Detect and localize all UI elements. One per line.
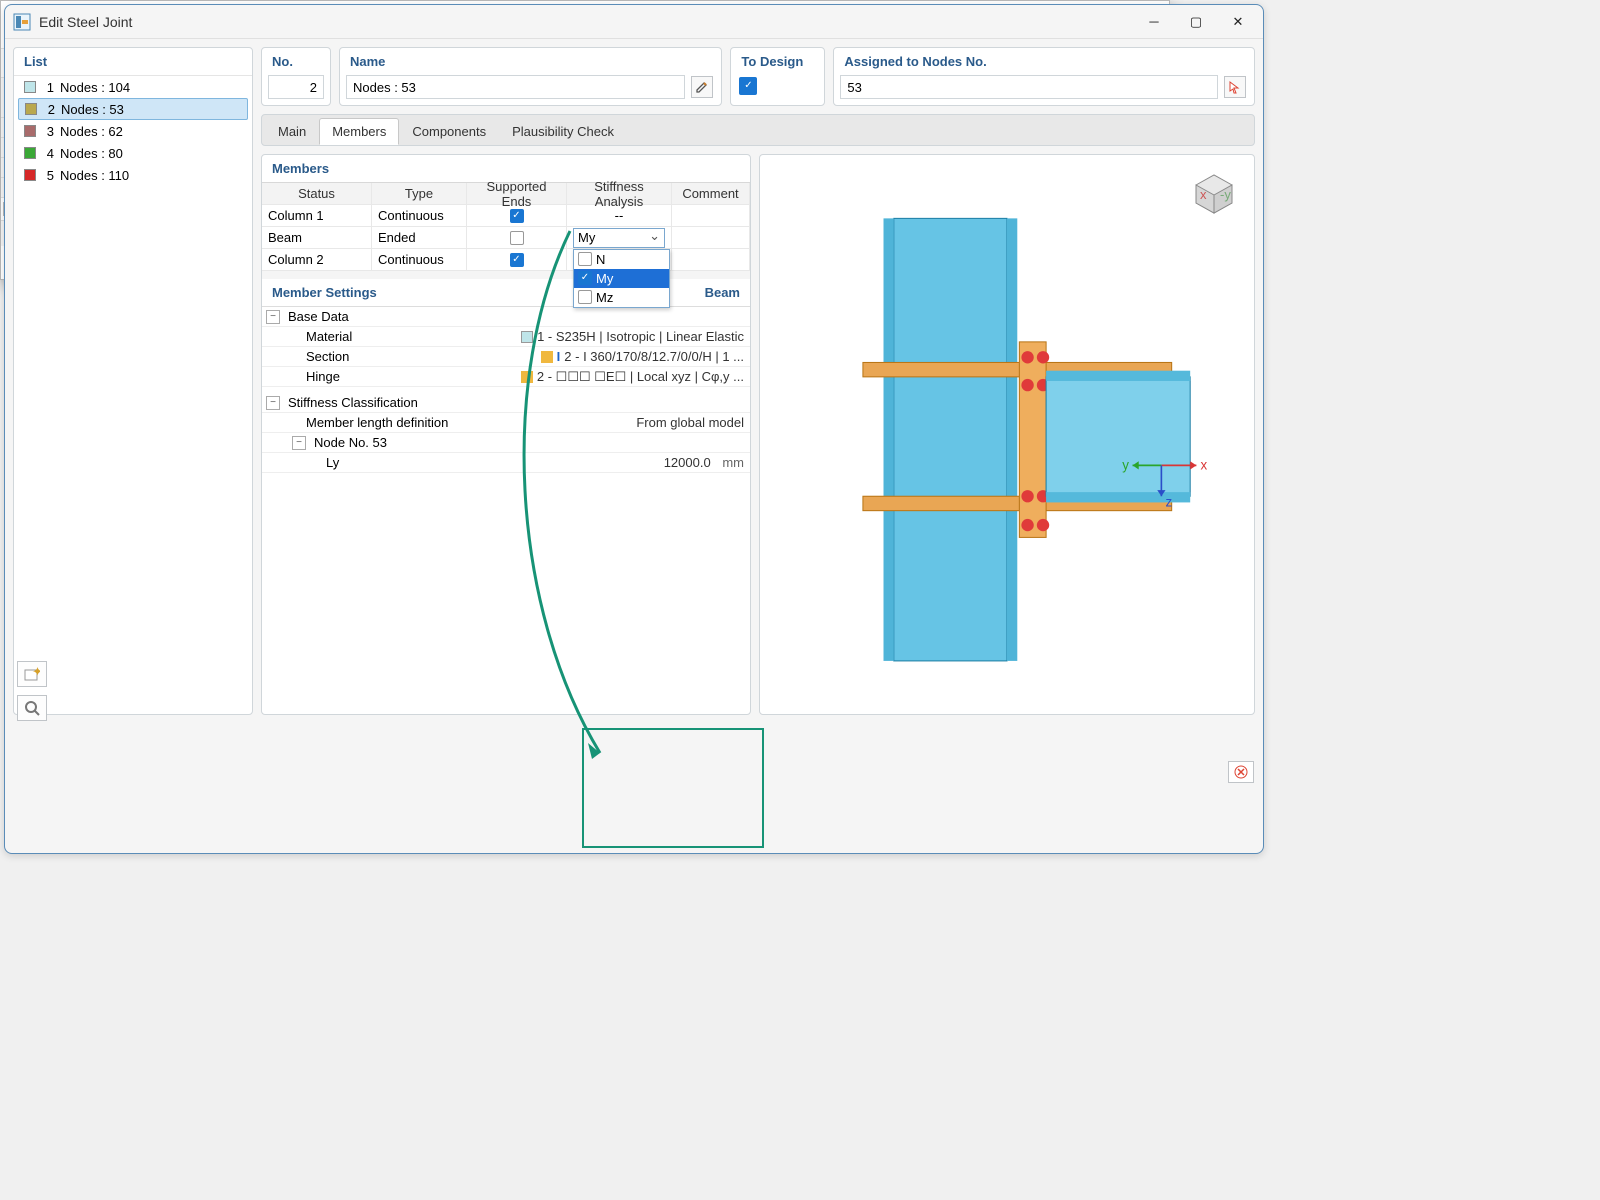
color-swatch <box>24 169 36 181</box>
col-comment: Comment <box>672 183 750 204</box>
list-item[interactable]: 5Nodes : 110 <box>18 164 248 186</box>
nav-cube[interactable]: -y x <box>1186 163 1242 222</box>
color-swatch <box>24 81 36 93</box>
list-header: List <box>14 48 252 76</box>
member-row[interactable]: Column 2 Continuous <box>262 249 750 271</box>
list-item[interactable]: 1Nodes : 104 <box>18 76 248 98</box>
supported-checkbox[interactable] <box>510 209 524 223</box>
stiffness-dropdown-popup: NMyMz <box>573 249 670 308</box>
list-item[interactable]: 4Nodes : 80 <box>18 142 248 164</box>
tab-members[interactable]: Members <box>319 118 399 145</box>
name-label: Name <box>340 48 721 75</box>
no-panel: No. 2 <box>261 47 331 106</box>
svg-text:x: x <box>1200 187 1207 202</box>
expand-node53[interactable]: − <box>292 436 306 450</box>
svg-text:-y: -y <box>1220 187 1231 202</box>
titlebar: Edit Steel Joint ─ ▢ ✕ <box>5 5 1263 39</box>
dropdown-item[interactable]: My <box>574 269 669 288</box>
ly-unit: mm <box>722 455 744 470</box>
ly-label: Ly <box>322 455 339 470</box>
tab-strip: MainMembersComponentsPlausibility Check <box>261 114 1255 146</box>
color-swatch <box>24 147 36 159</box>
stiffclass-label: Stiffness Classification <box>284 395 418 410</box>
col-type: Type <box>372 183 467 204</box>
todesign-panel: To Design <box>730 47 825 106</box>
material-label: Material <box>302 329 352 344</box>
app-icon <box>13 13 31 31</box>
main-window: Edit Steel Joint ─ ▢ ✕ List 1Nodes : 104… <box>4 4 1264 854</box>
base-data-label: Base Data <box>284 309 349 324</box>
expand-basedata[interactable]: − <box>266 310 280 324</box>
svg-text:z: z <box>1165 495 1172 510</box>
footer-search-icon[interactable] <box>17 695 47 721</box>
col-status: Status <box>262 183 372 204</box>
members-grid: Status Type Supported Ends Stiffness Ana… <box>262 182 750 271</box>
no-input[interactable]: 2 <box>268 75 324 99</box>
svg-text:y: y <box>1122 457 1129 472</box>
window-title: Edit Steel Joint <box>39 14 1133 30</box>
color-swatch <box>24 125 36 137</box>
color-swatch <box>25 103 37 115</box>
material-value[interactable]: 1 - S235H | Isotropic | Linear Elastic <box>537 329 744 344</box>
list-item[interactable]: 2Nodes : 53 <box>18 98 248 120</box>
viewer-3d[interactable]: x y z -y x <box>759 154 1255 715</box>
todesign-label: To Design <box>731 48 824 75</box>
nodes-label: Assigned to Nodes No. <box>834 48 1254 75</box>
supported-checkbox[interactable] <box>510 231 524 245</box>
stiffness-dropdown[interactable]: MyNMyMz <box>573 228 665 248</box>
maximize-button[interactable]: ▢ <box>1175 8 1217 36</box>
col-supported: Supported Ends <box>467 183 567 204</box>
name-input[interactable]: Nodes : 53 <box>346 75 685 99</box>
ly-value[interactable]: 12000.0 <box>664 455 711 470</box>
edit-name-icon[interactable] <box>691 76 713 98</box>
hinge-value[interactable]: 2 - ☐☐☐ ☐E☐ | Local xyz | Cφ,y ... <box>537 369 744 385</box>
section-label: Section <box>302 349 349 364</box>
no-label: No. <box>262 48 330 75</box>
expand-stiffclass[interactable]: − <box>266 396 280 410</box>
clear-filter-icon[interactable] <box>1228 761 1254 783</box>
supported-checkbox[interactable] <box>510 253 524 267</box>
section-value[interactable]: 2 - I 360/170/8/12.7/0/0/H | 1 ... <box>564 349 744 364</box>
node-label: Node No. 53 <box>310 435 387 450</box>
svg-text:x: x <box>1200 457 1207 472</box>
todesign-checkbox[interactable] <box>739 77 757 95</box>
tab-plausibility-check[interactable]: Plausibility Check <box>499 118 627 145</box>
tab-main[interactable]: Main <box>265 118 319 145</box>
member-row[interactable]: Beam Ended MyNMyMz <box>262 227 750 249</box>
footer-add-icon[interactable]: ✦ <box>17 661 47 687</box>
dropdown-item[interactable]: N <box>574 250 669 269</box>
hinge-label: Hinge <box>302 369 340 384</box>
nodes-panel: Assigned to Nodes No. 53 <box>833 47 1255 106</box>
mld-value[interactable]: From global model <box>636 415 744 430</box>
svg-text:✦: ✦ <box>32 667 40 679</box>
dropdown-item[interactable]: Mz <box>574 288 669 307</box>
list-item[interactable]: 3Nodes : 62 <box>18 120 248 142</box>
tab-components[interactable]: Components <box>399 118 499 145</box>
nodes-input[interactable]: 53 <box>840 75 1218 99</box>
mld-label: Member length definition <box>302 415 448 430</box>
col-stiffness: Stiffness Analysis <box>567 183 672 204</box>
close-button[interactable]: ✕ <box>1217 8 1259 36</box>
minimize-button[interactable]: ─ <box>1133 8 1175 36</box>
settings-header: Member Settings <box>272 285 377 300</box>
list-panel: List 1Nodes : 1042Nodes : 533Nodes : 624… <box>13 47 253 715</box>
member-row[interactable]: Column 1 Continuous -- <box>262 205 750 227</box>
settings-context: Beam <box>705 285 740 300</box>
pick-nodes-icon[interactable] <box>1224 76 1246 98</box>
name-panel: Name Nodes : 53 <box>339 47 722 106</box>
